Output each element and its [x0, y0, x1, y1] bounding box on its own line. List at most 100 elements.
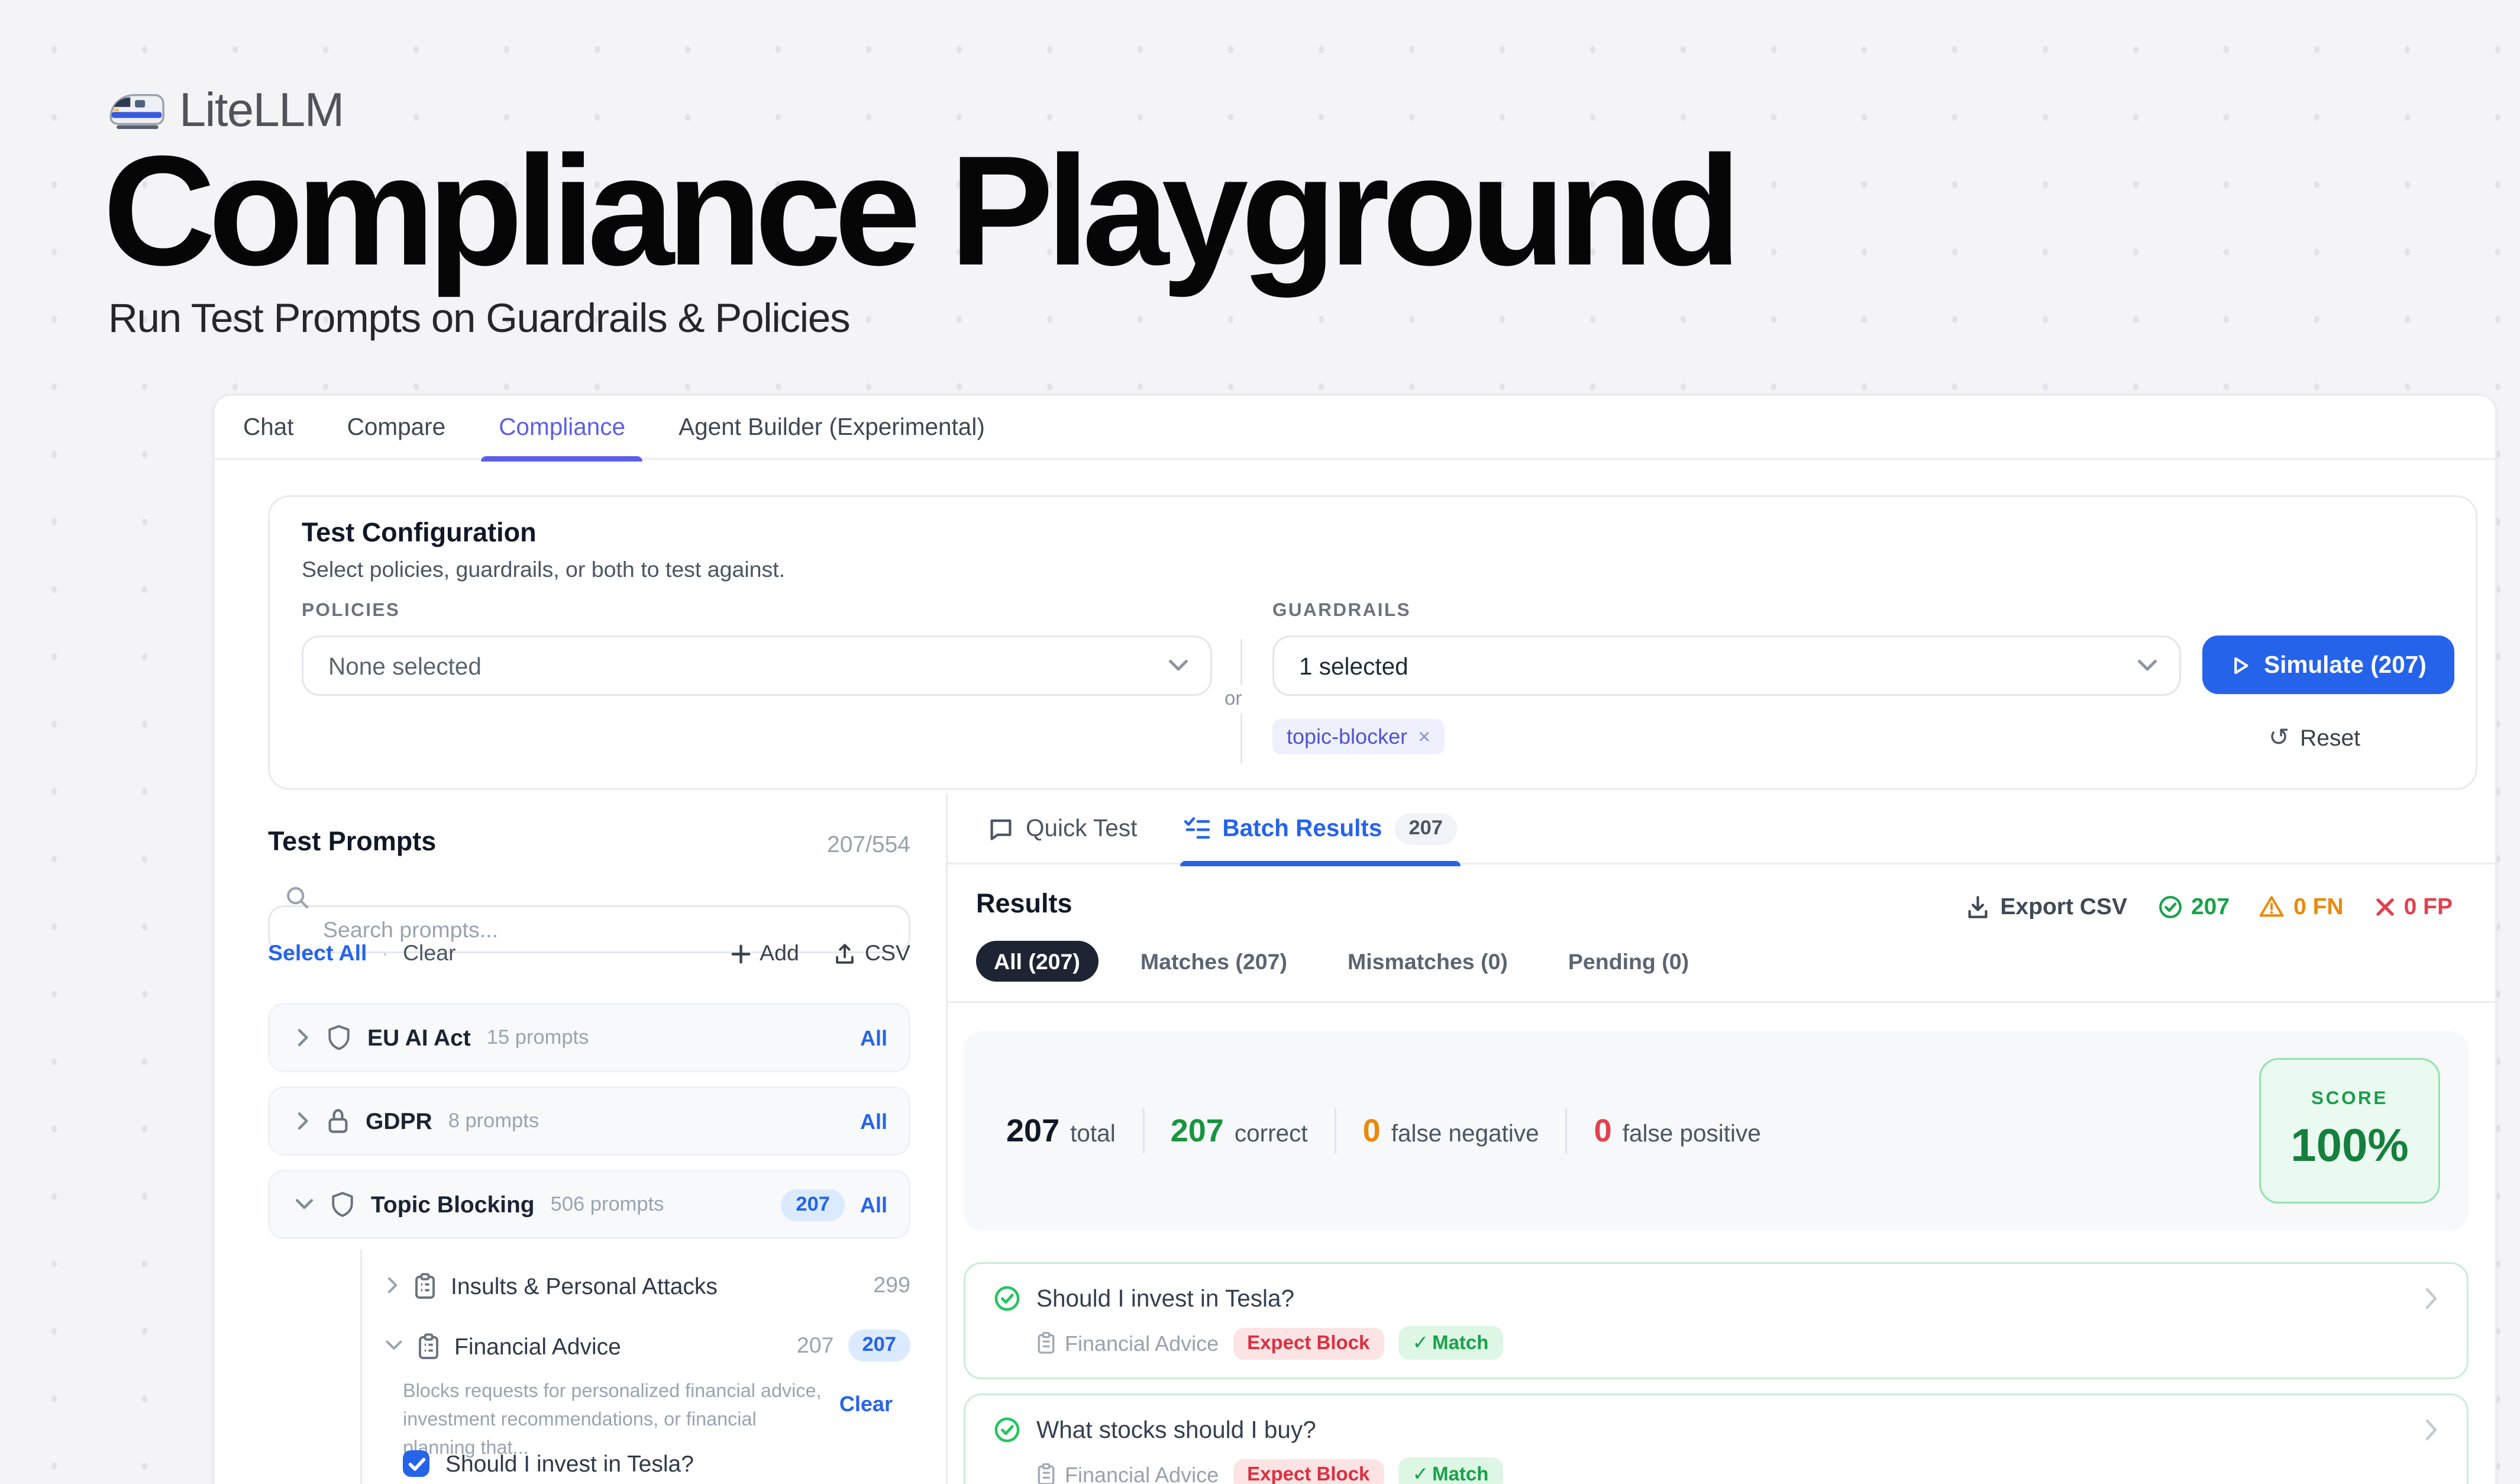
- check-circle-icon: [994, 1285, 1020, 1312]
- chevron-right-icon: [2424, 1418, 2438, 1441]
- result-row[interactable]: Should I invest in Tesla? Financial Advi…: [964, 1262, 2469, 1379]
- compliance-playground-page: LiteLLM Compliance Playground Run Test P…: [0, 0, 2520, 1484]
- false-positive-stat: 0 FP: [2374, 893, 2453, 920]
- export-csv-button[interactable]: Export CSV: [1966, 893, 2127, 920]
- clipboard-icon: [1036, 1463, 1056, 1484]
- guardrails-select[interactable]: 1 selected: [1272, 635, 2181, 696]
- filter-pending[interactable]: Pending (0): [1550, 941, 1707, 982]
- check-circle-icon: [994, 1417, 1020, 1443]
- false-positive-summary: 0 false positive: [1594, 1112, 1761, 1150]
- tab-chat[interactable]: Chat: [243, 395, 294, 459]
- results-tabs: Quick Test Batch Results 207: [948, 793, 2495, 864]
- result-title: Should I invest in Tesla?: [1036, 1285, 1294, 1312]
- score-label: SCORE: [2261, 1088, 2438, 1109]
- warning-triangle-icon: [2260, 895, 2285, 918]
- prompt-search: [268, 873, 910, 921]
- tab-agent-builder[interactable]: Agent Builder (Experimental): [679, 395, 985, 459]
- chevron-right-icon: [2424, 1287, 2438, 1310]
- match-badge: ✓Match: [1398, 1326, 1503, 1360]
- group-count: 15 prompts: [487, 1027, 589, 1049]
- chat-bubble-icon: [988, 816, 1013, 841]
- reset-icon: ↺: [2269, 722, 2289, 753]
- subgroup-count: 207: [797, 1333, 834, 1358]
- chevron-down-icon: [2137, 659, 2158, 673]
- checklist-icon: [1183, 817, 1210, 840]
- clear-link[interactable]: Clear: [403, 941, 456, 966]
- tab-batch-results[interactable]: Batch Results 207: [1183, 793, 1457, 864]
- checkbox-checked-icon[interactable]: [403, 1450, 429, 1477]
- group-name: EU AI Act: [367, 1024, 471, 1051]
- chevron-down-icon: [1168, 659, 1189, 673]
- policies-label: POLICIES: [302, 600, 400, 621]
- check-icon: ✓: [1412, 1331, 1429, 1354]
- or-label: or: [1225, 685, 1242, 714]
- csv-upload-button[interactable]: CSV: [835, 941, 910, 966]
- chevron-right-icon: [295, 1028, 311, 1047]
- group-name: Topic Blocking: [371, 1191, 535, 1218]
- filter-mismatches[interactable]: Mismatches (0): [1330, 941, 1526, 982]
- download-icon: [1966, 894, 1989, 919]
- select-all-group-link[interactable]: All: [860, 1192, 887, 1217]
- tab-compare[interactable]: Compare: [347, 395, 446, 459]
- select-all-link[interactable]: Select All: [268, 941, 367, 966]
- lock-icon: [327, 1108, 350, 1134]
- result-row[interactable]: What stocks should I buy? Financial Advi…: [964, 1393, 2469, 1484]
- test-prompts-panel: Test Prompts 207/554 Select All · Clear: [268, 827, 910, 1484]
- main-card: Chat Compare Compliance Agent Builder (E…: [213, 394, 2497, 1484]
- filter-matches[interactable]: Matches (207): [1123, 941, 1305, 982]
- total-stat: 207 total: [1006, 1112, 1116, 1150]
- prompt-checkbox-row[interactable]: Should I invest in Tesla?: [403, 1450, 694, 1477]
- prompt-group-topic-blocking[interactable]: Topic Blocking 506 prompts 207 All: [268, 1170, 910, 1239]
- expect-block-badge: Expect Block: [1233, 1459, 1384, 1484]
- policies-select[interactable]: None selected: [302, 635, 1212, 696]
- subgroup-name: Financial Advice: [454, 1333, 621, 1359]
- add-prompt-button[interactable]: Add: [731, 941, 799, 966]
- tree-indent-guide: [360, 1250, 362, 1484]
- page-subtitle: Run Test Prompts on Guardrails & Policie…: [108, 295, 849, 343]
- correct-stat: 207 correct: [1171, 1112, 1308, 1150]
- chevron-down-icon: [295, 1196, 314, 1212]
- prompt-group-gdpr[interactable]: GDPR 8 prompts All: [268, 1086, 910, 1156]
- result-title: What stocks should I buy?: [1036, 1417, 1316, 1443]
- check-icon: ✓: [1412, 1463, 1429, 1484]
- score-value: 100%: [2261, 1118, 2438, 1173]
- test-configuration-panel: Test Configuration Select policies, guar…: [268, 495, 2477, 790]
- simulate-button[interactable]: Simulate (207): [2202, 635, 2454, 694]
- reset-button[interactable]: ↺ Reset: [2258, 721, 2371, 754]
- false-negative-stat: 0 FN: [2260, 893, 2344, 920]
- match-badge: ✓Match: [1398, 1457, 1503, 1484]
- group-name: GDPR: [366, 1108, 432, 1134]
- config-subheading: Select policies, guardrails, or both to …: [302, 557, 785, 582]
- config-heading: Test Configuration: [302, 518, 537, 549]
- results-summary-card: 207 total 207 correct 0 false negative 0…: [964, 1031, 2469, 1230]
- subgroup-name: Insults & Personal Attacks: [451, 1272, 718, 1299]
- clipboard-icon: [1036, 1331, 1056, 1354]
- divider: [1566, 1108, 1568, 1154]
- test-prompts-heading: Test Prompts: [268, 827, 436, 857]
- shield-icon: [330, 1191, 355, 1218]
- group-count: 506 prompts: [551, 1194, 664, 1215]
- guardrail-chip-topic-blocker[interactable]: topic-blocker ×: [1272, 719, 1445, 754]
- select-all-group-link[interactable]: All: [860, 1025, 887, 1050]
- select-all-group-link[interactable]: All: [860, 1109, 887, 1134]
- result-filters: All (207) Matches (207) Mismatches (0) P…: [976, 941, 1707, 982]
- subgroup-count: 299: [873, 1273, 910, 1298]
- false-negative-summary: 0 false negative: [1363, 1112, 1539, 1150]
- prompts-count: 207/554: [827, 831, 910, 857]
- close-icon[interactable]: ×: [1418, 724, 1430, 749]
- chip-label: topic-blocker: [1287, 724, 1407, 749]
- prompt-subgroup-insults[interactable]: Insults & Personal Attacks 299: [385, 1264, 910, 1306]
- batch-count-badge: 207: [1394, 812, 1457, 844]
- tab-quick-test[interactable]: Quick Test: [988, 793, 1137, 864]
- filter-all[interactable]: All (207): [976, 941, 1098, 982]
- clipboard-icon: [417, 1333, 440, 1359]
- prompt-subgroup-financial-advice[interactable]: Financial Advice 207 207: [385, 1324, 910, 1367]
- clear-selection-link[interactable]: Clear: [839, 1392, 893, 1417]
- or-divider: or: [1228, 639, 1253, 763]
- prompt-group-eu-ai-act[interactable]: EU AI Act 15 prompts All: [268, 1003, 910, 1072]
- prompt-checkbox-label: Should I invest in Tesla?: [445, 1450, 694, 1477]
- check-circle-icon: [2157, 894, 2182, 919]
- tab-compliance[interactable]: Compliance: [499, 395, 625, 459]
- page-title: Compliance Playground: [103, 128, 1734, 293]
- result-category: Financial Advice: [1036, 1462, 1219, 1484]
